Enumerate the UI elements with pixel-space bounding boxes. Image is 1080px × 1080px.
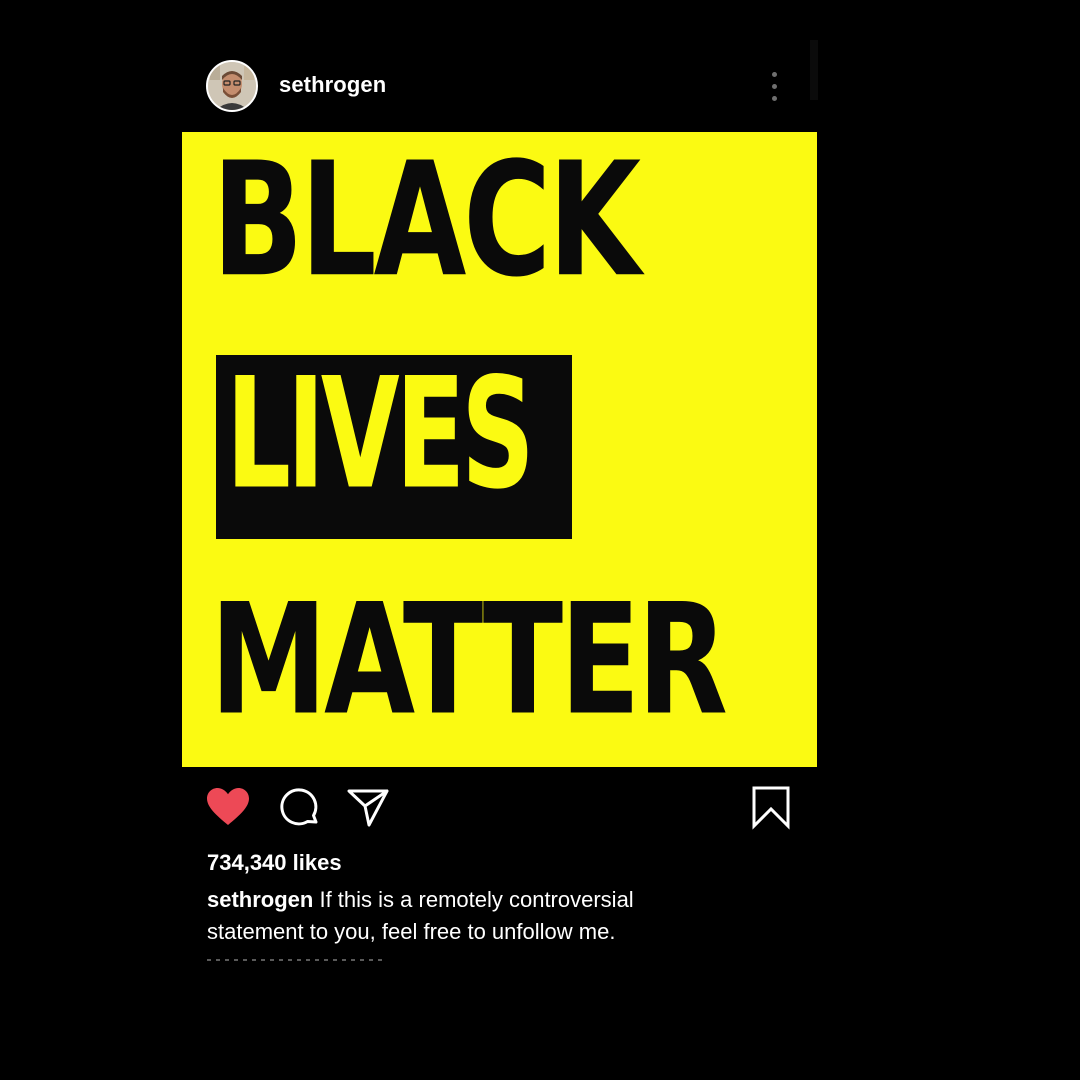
- comment-icon[interactable]: [278, 786, 322, 830]
- post-header: sethrogen: [206, 60, 816, 114]
- post-username[interactable]: sethrogen: [279, 72, 386, 98]
- caption-username[interactable]: sethrogen: [207, 887, 313, 912]
- avatar-photo-icon: [208, 62, 256, 110]
- post-image[interactable]: BLACK LIVES MATTER: [182, 132, 817, 767]
- send-icon[interactable]: [346, 786, 390, 830]
- more-options-icon[interactable]: [766, 70, 784, 104]
- poster-text-lives: LIVES: [226, 345, 535, 524]
- caption: sethrogen If this is a remotely controve…: [207, 884, 727, 948]
- scrollbar-edge: [810, 40, 818, 100]
- poster-text-black: BLACK: [212, 132, 641, 313]
- poster-text-matter: MATTER: [210, 571, 728, 750]
- dot: [772, 72, 777, 77]
- bookmark-icon[interactable]: [750, 786, 794, 830]
- instagram-post-screenshot: sethrogen BLACK LIVES MATTER 734,340 lik…: [0, 0, 1080, 1080]
- dot: [772, 96, 777, 101]
- avatar[interactable]: [206, 60, 258, 112]
- truncated-comments-link: [207, 958, 387, 962]
- likes-count[interactable]: 734,340 likes: [207, 850, 342, 876]
- dot: [772, 84, 777, 89]
- heart-filled-icon[interactable]: [206, 786, 250, 830]
- action-bar: [206, 786, 796, 830]
